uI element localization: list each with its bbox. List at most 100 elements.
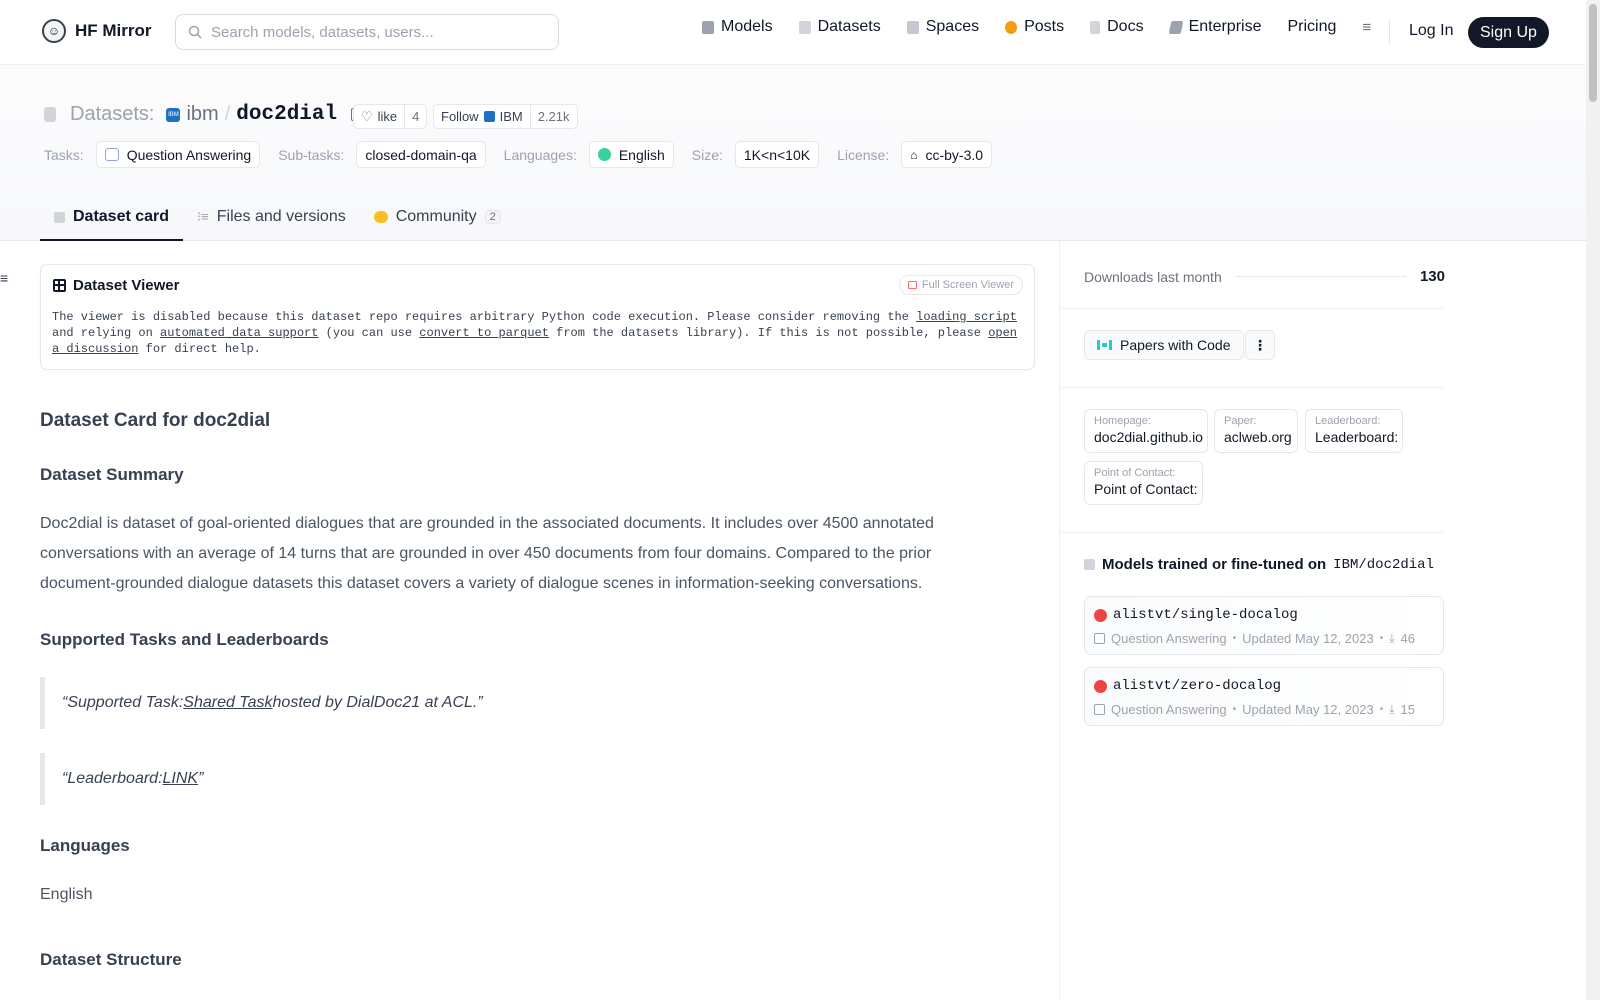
search-box[interactable] (175, 14, 559, 50)
subtask-tag[interactable]: closed-domain-qa (356, 141, 486, 168)
paper-link[interactable]: Paper: aclweb.org (1214, 409, 1298, 453)
msg-text: and relying on (52, 326, 161, 340)
login-link[interactable]: Log In (1409, 22, 1453, 40)
viewer-title-text: Dataset Viewer (73, 277, 180, 294)
slash: / (224, 103, 231, 125)
msg-text: The viewer is disabled because this data… (52, 310, 917, 324)
tab-label: Dataset card (73, 208, 170, 225)
more-menu-button[interactable]: ≡ (1362, 19, 1371, 36)
tab-dataset-card[interactable]: Dataset card (40, 195, 184, 241)
convert-to-parquet-link[interactable]: convert to parquet (419, 326, 549, 340)
quote-text: “Supported Task: (62, 694, 184, 711)
search-input[interactable] (211, 23, 531, 41)
org-avatar-icon: IBM (166, 107, 181, 122)
leaderboard-meta-link[interactable]: Leaderboard: Leaderboard: (1305, 409, 1403, 453)
dataset-viewer: Dataset Viewer Full Screen Viewer The vi… (40, 264, 1035, 370)
models-heading-text: Models trained or fine-tuned on (1102, 556, 1327, 573)
nav-label: Spaces (925, 18, 980, 35)
community-icon (373, 211, 388, 223)
repo-title: Datasets: IBM ibm / doc2dial (44, 103, 365, 126)
brand[interactable]: ☺ HF Mirror (42, 19, 152, 43)
model-downloads: 15 (1400, 702, 1415, 717)
qa-icon (1094, 704, 1105, 715)
papers-with-code-button[interactable]: Papers with Code (1084, 330, 1244, 360)
downloads-label: Downloads last month (1084, 268, 1222, 285)
structure-heading: Dataset Structure (40, 950, 182, 969)
tag-text: closed-domain-qa (365, 146, 477, 163)
nav-label: Enterprise (1188, 18, 1262, 35)
nav-spaces[interactable]: Spaces (906, 18, 980, 36)
papers-with-code-icon (1097, 340, 1112, 350)
model-meta: Question Answering • Updated May 12, 202… (1094, 702, 1415, 717)
qa-icon (104, 148, 119, 161)
msg-text: from the datasets library). If this is n… (548, 326, 989, 340)
automated-data-support-link[interactable]: automated data support (160, 326, 318, 340)
spaces-icon (906, 20, 919, 34)
tag-text: Question Answering (126, 146, 252, 163)
homepage-link[interactable]: Homepage: doc2dial.github.io (1084, 409, 1208, 453)
tab-community[interactable]: Community 2 (360, 195, 515, 241)
follow-button[interactable]: Follow IBM 2.21k (433, 104, 578, 129)
shared-task-link[interactable]: Shared Task (183, 694, 272, 712)
top-navbar: ☺ HF Mirror Models Datasets Spaces Posts… (0, 0, 1586, 65)
database-icon (798, 20, 811, 34)
languages-text: English (40, 886, 93, 903)
tab-files[interactable]: ⁝≡ Files and versions (183, 195, 360, 241)
database-icon (44, 107, 56, 122)
meta-key: Leaderboard: (1315, 415, 1381, 427)
nav-label: Posts (1024, 18, 1065, 35)
repo-name[interactable]: doc2dial (236, 103, 337, 126)
model-card[interactable]: alistvt/single-docalog Question Answerin… (1084, 596, 1444, 655)
menu-icon: ≡ (1362, 18, 1372, 36)
full-screen-viewer-button[interactable]: Full Screen Viewer (898, 275, 1023, 295)
follow-count: 2.21k (529, 105, 577, 128)
enterprise-icon (1168, 20, 1183, 34)
model-card[interactable]: alistvt/zero-docalog Question Answering … (1084, 667, 1444, 726)
card-title: Dataset Card for doc2dial (40, 410, 271, 431)
tags-row: Tasks: Question Answering Sub-tasks: clo… (44, 141, 1002, 168)
nav-enterprise[interactable]: Enterprise (1168, 18, 1262, 36)
download-icon: ⤓ (1389, 631, 1395, 645)
model-avatar-icon (1094, 608, 1107, 622)
nav-datasets[interactable]: Datasets (798, 18, 881, 36)
repo-tabs: Dataset card ⁝≡ Files and versions Commun… (40, 195, 515, 241)
more-options-button[interactable]: ⋮ (1245, 330, 1275, 360)
nav-pricing[interactable]: Pricing (1287, 18, 1336, 36)
quote-text: hosted by DialDoc21 at ACL.” (272, 694, 483, 711)
meta-value: aclweb.org (1224, 429, 1292, 445)
viewer-message: The viewer is disabled because this data… (52, 309, 1027, 357)
like-button[interactable]: ♡ like 4 (353, 104, 428, 129)
nav-label: Datasets (817, 18, 881, 35)
tag-text: cc-by-3.0 (925, 146, 984, 163)
cube-icon (54, 211, 65, 223)
loading-script-link[interactable]: loading script (916, 310, 1017, 324)
viewer-title: Dataset Viewer (53, 277, 179, 294)
size-label: Size: (691, 146, 723, 163)
point-of-contact-link[interactable]: Point of Contact: Point of Contact: (1084, 461, 1203, 505)
model-updated: Updated May 12, 2023 (1242, 631, 1374, 646)
nav-models[interactable]: Models (702, 18, 773, 36)
follow-label: Follow (441, 109, 479, 124)
signup-button[interactable]: Sign Up (1468, 17, 1549, 48)
license-tag[interactable]: ⌂ cc-by-3.0 (901, 141, 993, 168)
sidebar-divider (1059, 387, 1444, 388)
subtasks-label: Sub-tasks: (278, 146, 345, 163)
leaderboard-link[interactable]: LINK (163, 770, 199, 788)
nav-posts[interactable]: Posts (1005, 18, 1064, 36)
scrollbar-thumb[interactable] (1589, 4, 1597, 102)
task-tag[interactable]: Question Answering (95, 141, 261, 168)
toc-toggle-icon[interactable]: ≡ (0, 270, 8, 286)
org-link[interactable]: ibm (186, 103, 218, 126)
language-tag[interactable]: English (588, 141, 674, 168)
page-scrollbar[interactable] (1586, 0, 1600, 1000)
posts-icon (1005, 20, 1018, 34)
tag-text: 1K<n<10K (743, 146, 811, 163)
fsv-label: Full Screen Viewer (921, 279, 1014, 291)
docs-icon (1090, 20, 1101, 34)
quote-leaderboard: “Leaderboard: LINK” (40, 753, 1015, 805)
tab-label: Community (395, 208, 477, 225)
size-tag[interactable]: 1K<n<10K (734, 141, 820, 168)
nav-docs[interactable]: Docs (1090, 18, 1144, 36)
community-count: 2 (484, 210, 501, 224)
summary-heading: Dataset Summary (40, 465, 184, 484)
